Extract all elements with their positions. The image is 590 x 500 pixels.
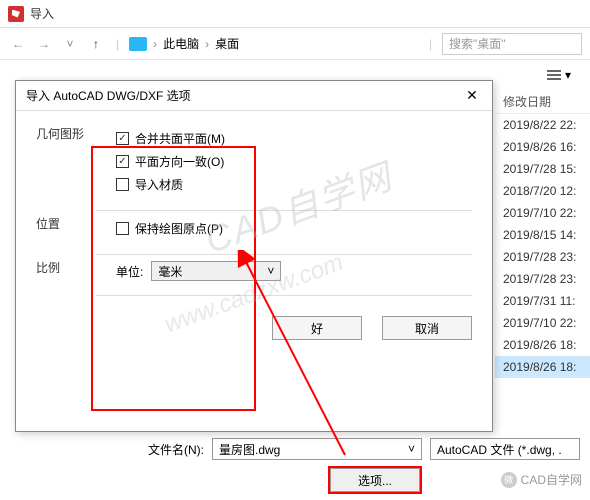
filetype-value: AutoCAD 文件 (*.dwg, . (437, 441, 562, 458)
checkbox-icon[interactable] (116, 178, 129, 191)
separator: | (429, 37, 432, 51)
table-row[interactable]: 2019/7/10 22: (495, 312, 590, 334)
filetype-select[interactable]: AutoCAD 文件 (*.dwg, . (430, 438, 580, 460)
breadcrumb-item[interactable]: 桌面 (215, 35, 239, 52)
section-label: 几何图形 (36, 121, 96, 202)
chevron-down-icon: ˅ (267, 264, 274, 278)
filename-value: 量房图.dwg (219, 441, 280, 458)
checkbox-icon[interactable]: ✓ (116, 132, 129, 145)
table-row[interactable]: 2019/8/15 14: (495, 224, 590, 246)
checkbox-label: 平面方向一致(O) (135, 153, 224, 170)
table-row[interactable]: 2019/8/22 22: (495, 114, 590, 136)
chevron-right-icon: › (205, 37, 209, 51)
checkbox-label: 导入材质 (135, 176, 183, 193)
divider (96, 295, 472, 296)
chevron-down-icon: ▾ (565, 68, 571, 82)
position-section: 位置 保持绘图原点(P) (36, 211, 472, 246)
window-title: 导入 (30, 5, 54, 22)
separator: | (116, 37, 119, 51)
view-mode-button[interactable]: ▾ (540, 65, 578, 85)
import-material-checkbox-row[interactable]: 导入材质 (96, 173, 472, 196)
table-row[interactable]: 2019/7/10 22: (495, 202, 590, 224)
wechat-badge: 微 CAD自学网 (501, 471, 582, 488)
up-arrow-icon[interactable]: ↑ (86, 34, 106, 54)
dialog-titlebar: 导入 AutoCAD DWG/DXF 选项 ✕ (16, 81, 492, 111)
table-row[interactable]: 2019/8/26 18: (495, 356, 590, 378)
table-row[interactable]: 2019/7/28 15: (495, 158, 590, 180)
options-row: 选项... (10, 468, 580, 492)
unit-select[interactable]: 毫米 ˅ (151, 261, 281, 281)
section-label: 位置 (36, 211, 96, 246)
file-list: 修改日期 2019/8/22 22: 2019/8/26 16: 2019/7/… (495, 90, 590, 378)
list-icon (547, 70, 561, 80)
section-label: 比例 (36, 255, 96, 287)
badge-text: CAD自学网 (521, 471, 582, 488)
bottom-bar: 文件名(N): 量房图.dwg ˅ AutoCAD 文件 (*.dwg, . 选… (0, 432, 590, 500)
search-input[interactable]: 搜索"桌面" (442, 33, 582, 55)
forward-arrow-icon[interactable]: → (34, 34, 54, 54)
filename-input[interactable]: 量房图.dwg ˅ (212, 438, 422, 460)
column-header-date[interactable]: 修改日期 (495, 90, 590, 114)
close-icon[interactable]: ✕ (462, 86, 482, 106)
chevron-right-icon: › (153, 37, 157, 51)
wechat-icon: 微 (501, 472, 517, 488)
table-row[interactable]: 2019/7/28 23: (495, 246, 590, 268)
back-arrow-icon[interactable]: ← (8, 34, 28, 54)
filename-label: 文件名(N): (148, 441, 204, 458)
breadcrumb[interactable]: › 此电脑 › 桌面 (129, 35, 419, 52)
cancel-button[interactable]: 取消 (382, 316, 472, 340)
unit-value: 毫米 (158, 263, 182, 280)
table-row[interactable]: 2019/8/26 18: (495, 334, 590, 356)
checkbox-label: 保持绘图原点(P) (135, 220, 223, 237)
unit-label: 单位: (116, 263, 143, 280)
table-row[interactable]: 2019/7/31 11: (495, 290, 590, 312)
options-dialog: 导入 AutoCAD DWG/DXF 选项 ✕ 几何图形 ✓ 合并共面平面(M)… (15, 80, 493, 432)
dialog-buttons: 好 取消 (16, 306, 492, 350)
orient-checkbox-row[interactable]: ✓ 平面方向一致(O) (96, 150, 472, 173)
table-row[interactable]: 2019/7/28 23: (495, 268, 590, 290)
pc-icon (129, 37, 147, 51)
scale-section: 比例 单位: 毫米 ˅ (36, 255, 472, 287)
keep-origin-checkbox-row[interactable]: 保持绘图原点(P) (96, 217, 472, 240)
table-row[interactable]: 2018/7/20 12: (495, 180, 590, 202)
options-button[interactable]: 选项... (330, 468, 420, 492)
ok-button[interactable]: 好 (272, 316, 362, 340)
breadcrumb-item[interactable]: 此电脑 (163, 35, 199, 52)
titlebar: 导入 (0, 0, 590, 28)
filename-row: 文件名(N): 量房图.dwg ˅ AutoCAD 文件 (*.dwg, . (10, 438, 580, 460)
navbar: ← → ˅ ↑ | › 此电脑 › 桌面 | 搜索"桌面" (0, 28, 590, 60)
unit-row: 单位: 毫米 ˅ (96, 261, 472, 281)
checkbox-icon[interactable]: ✓ (116, 155, 129, 168)
dropdown-icon[interactable]: ˅ (60, 34, 80, 54)
search-placeholder: 搜索"桌面" (449, 35, 506, 52)
merge-checkbox-row[interactable]: ✓ 合并共面平面(M) (96, 127, 472, 150)
checkbox-icon[interactable] (116, 222, 129, 235)
geometry-section: 几何图形 ✓ 合并共面平面(M) ✓ 平面方向一致(O) 导入材质 (36, 121, 472, 202)
checkbox-label: 合并共面平面(M) (135, 130, 225, 147)
table-row[interactable]: 2019/8/26 16: (495, 136, 590, 158)
chevron-down-icon: ˅ (408, 442, 415, 456)
dialog-body: 几何图形 ✓ 合并共面平面(M) ✓ 平面方向一致(O) 导入材质 位置 (16, 111, 492, 306)
dialog-title: 导入 AutoCAD DWG/DXF 选项 (26, 87, 191, 104)
app-icon (8, 6, 24, 22)
